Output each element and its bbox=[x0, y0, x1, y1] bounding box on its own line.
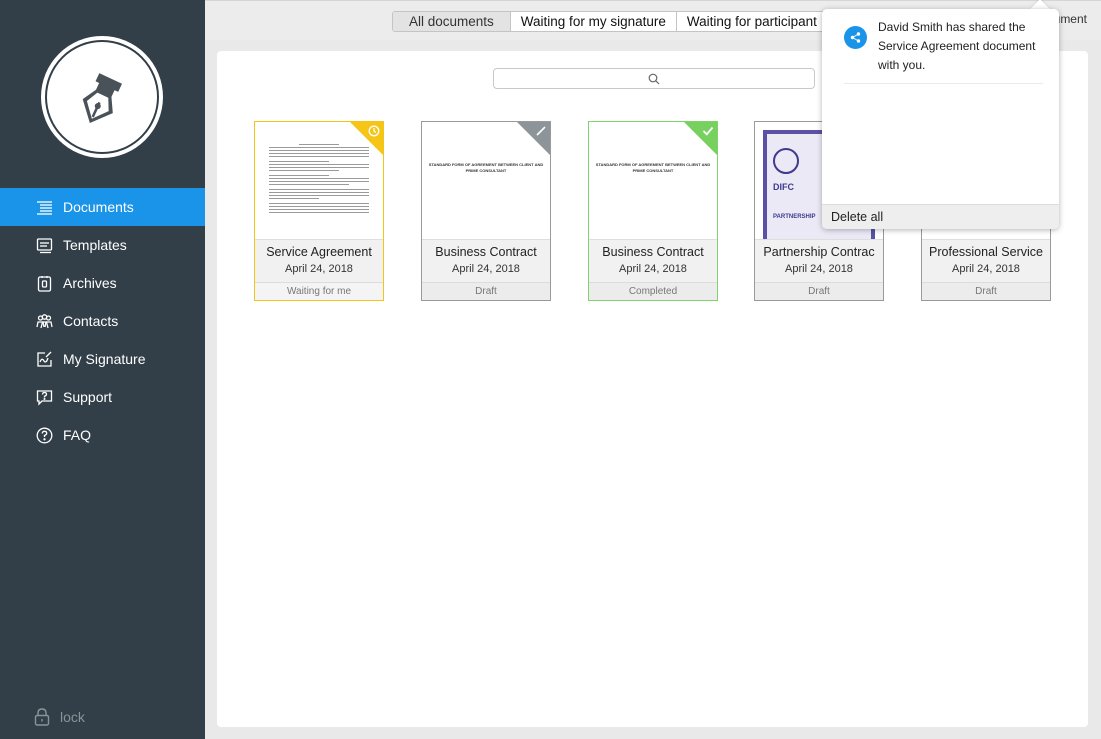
sidebar-item-documents[interactable]: Documents bbox=[0, 188, 205, 226]
app-logo bbox=[41, 36, 163, 158]
clock-icon bbox=[368, 125, 380, 137]
tab-waiting-for-my-signature[interactable]: Waiting for my signature bbox=[511, 12, 677, 31]
document-info: Business Contract April 24, 2018 Complet… bbox=[589, 239, 717, 300]
contacts-icon bbox=[36, 313, 53, 330]
document-status: Completed bbox=[589, 282, 717, 300]
document-filter-tabs: All documents Waiting for my signature W… bbox=[392, 11, 828, 32]
document-thumbnail: STANDARD FORM OF AGREEMENT BETWEEN CLIEN… bbox=[589, 122, 717, 239]
divider bbox=[844, 83, 1043, 84]
pencil-icon bbox=[536, 126, 546, 136]
signature-icon bbox=[36, 351, 53, 368]
document-date: April 24, 2018 bbox=[952, 263, 1020, 275]
document-heading: STANDARD FORM OF AGREEMENT BETWEEN CLIEN… bbox=[595, 162, 711, 173]
document-heading: STANDARD FORM OF AGREEMENT BETWEEN CLIEN… bbox=[428, 162, 544, 173]
checkmark-icon bbox=[702, 126, 714, 136]
sidebar-nav: Documents Templates Archives Contacts My… bbox=[0, 188, 205, 454]
search-input[interactable] bbox=[493, 68, 815, 89]
sidebar-item-label: Templates bbox=[63, 237, 127, 253]
document-title: Professional Service bbox=[929, 245, 1043, 259]
difc-logo-icon bbox=[773, 148, 799, 174]
document-title: Service Agreement bbox=[266, 245, 372, 259]
document-info: Partnership Contrac April 24, 2018 Draft bbox=[755, 239, 883, 300]
search-icon bbox=[648, 73, 660, 84]
document-status: Waiting for me bbox=[255, 282, 383, 300]
sidebar-item-label: Contacts bbox=[63, 313, 119, 329]
fountain-pen-icon bbox=[82, 73, 122, 124]
document-status: Draft bbox=[422, 282, 550, 300]
sidebar: Documents Templates Archives Contacts My… bbox=[0, 0, 205, 739]
notification-message[interactable]: David Smith has shared the Service Agree… bbox=[878, 18, 1050, 75]
document-thumbnail bbox=[255, 122, 383, 239]
document-date: April 24, 2018 bbox=[619, 263, 687, 275]
document-status: Draft bbox=[755, 282, 883, 300]
document-thumbnail: STANDARD FORM OF AGREEMENT BETWEEN CLIEN… bbox=[422, 122, 550, 239]
tab-waiting-for-participants[interactable]: Waiting for participant bbox=[677, 12, 827, 31]
documents-icon bbox=[36, 199, 53, 216]
lock-button[interactable]: lock bbox=[34, 708, 85, 726]
sidebar-item-archives[interactable]: Archives bbox=[0, 264, 205, 302]
document-title: Business Contract bbox=[602, 245, 704, 259]
support-icon bbox=[36, 389, 53, 406]
document-title: Partnership Contrac bbox=[763, 245, 875, 259]
sidebar-item-my-signature[interactable]: My Signature bbox=[0, 340, 205, 378]
add-document-label: ument bbox=[1058, 12, 1087, 26]
sidebar-item-faq[interactable]: FAQ bbox=[0, 416, 205, 454]
document-card-business-contract-draft[interactable]: STANDARD FORM OF AGREEMENT BETWEEN CLIEN… bbox=[421, 121, 551, 301]
templates-icon bbox=[36, 237, 53, 254]
lock-icon bbox=[34, 708, 50, 726]
faq-icon bbox=[36, 427, 53, 444]
notifications-popover: David Smith has shared the Service Agree… bbox=[822, 9, 1059, 229]
document-info: Professional Service April 24, 2018 Draf… bbox=[922, 239, 1050, 300]
add-document-button[interactable]: ument bbox=[1058, 0, 1101, 40]
document-status: Draft bbox=[922, 282, 1050, 300]
sidebar-item-templates[interactable]: Templates bbox=[0, 226, 205, 264]
sidebar-item-label: Documents bbox=[63, 199, 134, 215]
document-title: Business Contract bbox=[435, 245, 537, 259]
archives-icon bbox=[36, 275, 53, 292]
popover-footer: Delete all bbox=[822, 204, 1059, 229]
document-info: Service Agreement April 24, 2018 Waiting… bbox=[255, 239, 383, 300]
document-info: Business Contract April 24, 2018 Draft bbox=[422, 239, 550, 300]
sidebar-item-label: Support bbox=[63, 389, 113, 405]
certificate-footer: PARTNERSHIP bbox=[773, 214, 816, 220]
lock-label: lock bbox=[60, 709, 85, 725]
sidebar-item-label: Archives bbox=[63, 275, 117, 291]
share-icon bbox=[844, 26, 867, 49]
delete-all-button[interactable]: Delete all bbox=[831, 210, 883, 224]
sidebar-item-contacts[interactable]: Contacts bbox=[0, 302, 205, 340]
document-card-service-agreement[interactable]: Service Agreement April 24, 2018 Waiting… bbox=[254, 121, 384, 301]
certificate-brand: DIFC bbox=[773, 182, 794, 192]
document-date: April 24, 2018 bbox=[785, 263, 853, 275]
tab-all-documents[interactable]: All documents bbox=[393, 12, 511, 31]
sidebar-item-label: FAQ bbox=[63, 427, 92, 443]
sidebar-item-support[interactable]: Support bbox=[0, 378, 205, 416]
sidebar-item-label: My Signature bbox=[63, 351, 146, 367]
document-date: April 24, 2018 bbox=[285, 263, 353, 275]
document-date: April 24, 2018 bbox=[452, 263, 520, 275]
document-card-business-contract-completed[interactable]: STANDARD FORM OF AGREEMENT BETWEEN CLIEN… bbox=[588, 121, 718, 301]
